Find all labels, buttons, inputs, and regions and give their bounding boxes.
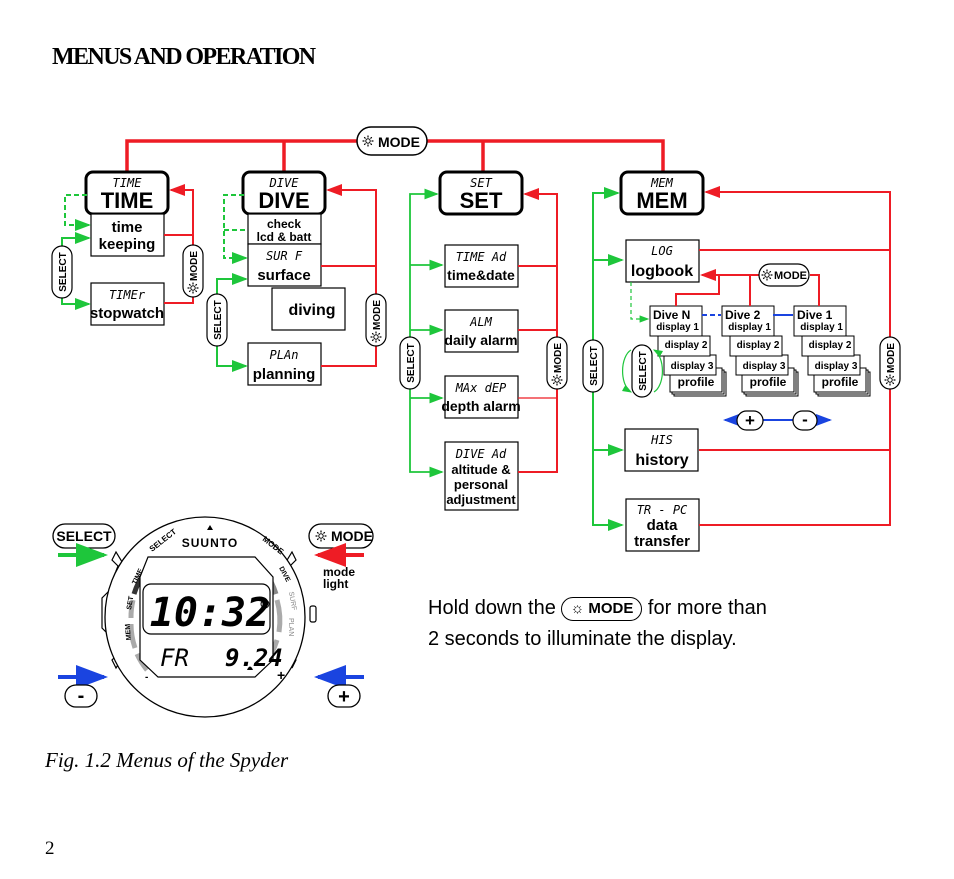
page-number: 2 bbox=[45, 838, 55, 859]
select-button[interactable]: SELECT bbox=[52, 523, 116, 549]
svg-text:MODE: MODE bbox=[331, 528, 373, 544]
light-note: light bbox=[323, 577, 348, 591]
watch-right-crown bbox=[309, 605, 317, 623]
figure-caption: Fig. 1.2 Menus of the Spyder bbox=[45, 748, 289, 772]
display-date: 9.24 bbox=[225, 644, 283, 672]
watch-brand: SUUNTO bbox=[182, 536, 238, 550]
display-time: 10:32 bbox=[150, 590, 270, 636]
svg-text:+: + bbox=[277, 667, 285, 683]
svg-text:-: - bbox=[78, 685, 85, 707]
svg-text:-: - bbox=[145, 672, 148, 683]
svg-text:PLAN: PLAN bbox=[287, 618, 294, 636]
minus-button-watch[interactable]: - bbox=[64, 684, 98, 708]
inline-mode-button: ☼ MODE bbox=[561, 596, 643, 621]
svg-text:SELECT: SELECT bbox=[56, 528, 112, 544]
display-day: FR bbox=[160, 644, 189, 672]
svg-text:MEM: MEM bbox=[125, 623, 133, 640]
mode-button[interactable]: MODE bbox=[308, 523, 374, 549]
plus-button-watch[interactable]: + bbox=[327, 684, 361, 708]
illumination-hint: Hold down the ☼ MODE for more than 2 sec… bbox=[428, 596, 767, 650]
svg-text:+: + bbox=[338, 686, 350, 708]
